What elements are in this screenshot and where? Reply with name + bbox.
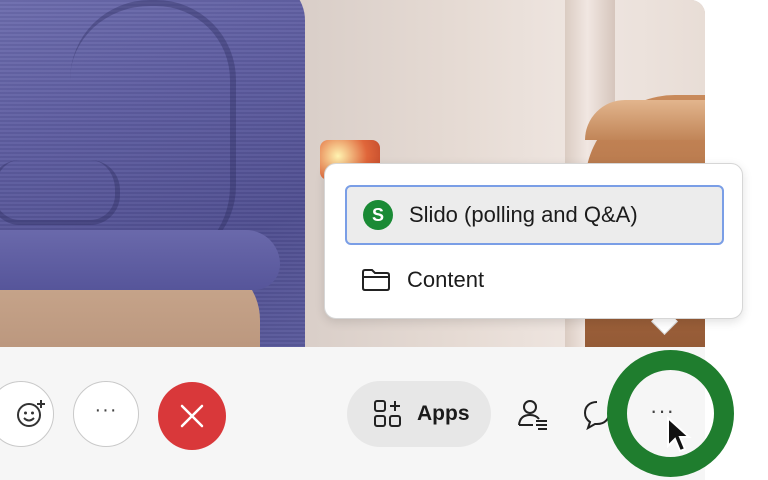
participants-icon	[516, 397, 550, 431]
slido-icon: S	[363, 200, 393, 230]
more-options-menu: S Slido (polling and Q&A) Content	[324, 163, 743, 319]
menu-item-content[interactable]: Content	[345, 250, 724, 310]
menu-item-slido[interactable]: S Slido (polling and Q&A)	[345, 185, 724, 245]
end-call-button[interactable]	[158, 382, 226, 450]
participants-button[interactable]	[513, 396, 553, 432]
furniture-highlight	[585, 100, 705, 140]
folder-icon	[361, 268, 391, 292]
shirt-pocket	[0, 160, 120, 225]
more-reactions-button[interactable]: ···	[73, 381, 139, 447]
emoji-add-icon	[15, 398, 47, 430]
menu-item-label: Slido (polling and Q&A)	[409, 202, 638, 227]
shirt-fold	[70, 0, 236, 266]
close-icon	[179, 403, 205, 429]
menu-item-label: Content	[407, 267, 485, 292]
apps-button[interactable]: Apps	[347, 381, 491, 447]
more-icon: ···	[94, 399, 118, 421]
apps-label: Apps	[417, 402, 470, 425]
apps-icon	[373, 399, 403, 429]
participant-sleeve	[0, 230, 280, 290]
cursor-icon	[666, 415, 692, 459]
